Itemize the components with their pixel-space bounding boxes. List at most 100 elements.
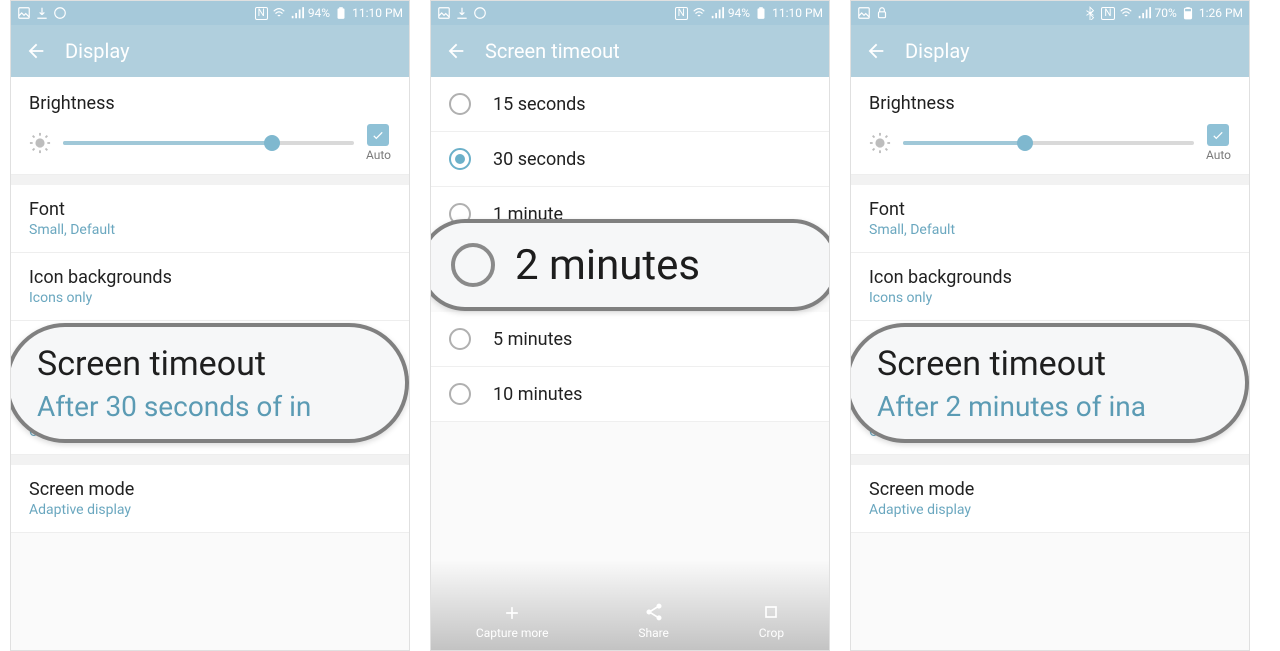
brightness-icon bbox=[869, 132, 891, 154]
status-bar: N 94% 11:10 PM bbox=[11, 1, 409, 25]
radio-icon bbox=[449, 93, 471, 115]
phone-right: N 70% 1:26 PM Display Brightness bbox=[850, 0, 1250, 651]
battery-icon bbox=[1181, 6, 1195, 20]
timeout-option-5m[interactable]: 5 minutes bbox=[431, 312, 829, 367]
option-label: 30 seconds bbox=[493, 149, 586, 170]
option-label: 10 minutes bbox=[493, 384, 582, 405]
screen-timeout-callout[interactable]: Screen timeout After 30 seconds of in bbox=[10, 323, 409, 443]
timeout-option-10m[interactable]: 10 minutes bbox=[431, 367, 829, 422]
back-icon[interactable] bbox=[445, 40, 467, 62]
font-title: Font bbox=[29, 199, 391, 220]
app-bar: Screen timeout bbox=[431, 25, 829, 77]
status-bar: N 94% 11:10 PM bbox=[431, 1, 829, 25]
screen-mode-item[interactable]: Screen mode Adaptive display bbox=[851, 465, 1249, 533]
wifi-icon bbox=[692, 6, 706, 20]
crop-label: Crop bbox=[759, 626, 784, 640]
back-icon[interactable] bbox=[865, 40, 887, 62]
page-title: Display bbox=[65, 39, 130, 63]
image-icon bbox=[857, 6, 871, 20]
iconbg-sub: Icons only bbox=[29, 290, 391, 306]
screenmode-sub: Adaptive display bbox=[29, 502, 391, 518]
capture-label: Capture more bbox=[476, 627, 549, 640]
page-title: Screen timeout bbox=[485, 39, 620, 63]
signal-icon bbox=[710, 6, 724, 20]
screenmode-title: Screen mode bbox=[869, 479, 1231, 500]
option-label: 15 seconds bbox=[493, 94, 586, 115]
auto-brightness-checkbox[interactable] bbox=[1207, 124, 1229, 146]
share-button[interactable]: Share bbox=[638, 602, 669, 640]
iconbg-title: Icon backgrounds bbox=[29, 267, 391, 288]
battery-pct: 70% bbox=[1155, 6, 1177, 20]
brightness-section: Brightness Auto bbox=[851, 77, 1249, 175]
app-icon bbox=[53, 6, 67, 20]
wifi-icon bbox=[1119, 6, 1133, 20]
battery-icon bbox=[754, 6, 768, 20]
font-title: Font bbox=[869, 199, 1231, 220]
phone-left: N 94% 11:10 PM Display Brightness bbox=[10, 0, 410, 651]
battery-pct: 94% bbox=[308, 6, 330, 20]
phone-middle: N 94% 11:10 PM Screen timeout 15 seconds… bbox=[430, 0, 830, 651]
bluetooth-icon bbox=[1083, 6, 1097, 20]
brightness-section: Brightness Auto bbox=[11, 77, 409, 175]
font-item[interactable]: Font Small, Default bbox=[851, 185, 1249, 253]
status-bar: N 70% 1:26 PM bbox=[851, 1, 1249, 25]
battery-pct: 94% bbox=[728, 6, 750, 20]
nfc-icon: N bbox=[255, 7, 268, 20]
font-item[interactable]: Font Small, Default bbox=[11, 185, 409, 253]
image-icon bbox=[17, 6, 31, 20]
callout-sub: After 30 seconds of in bbox=[37, 390, 377, 423]
clock: 1:26 PM bbox=[1199, 6, 1243, 20]
brightness-slider[interactable] bbox=[63, 141, 354, 145]
brightness-icon bbox=[29, 132, 51, 154]
screenmode-title: Screen mode bbox=[29, 479, 391, 500]
app-bar: Display bbox=[11, 25, 409, 77]
brightness-slider[interactable] bbox=[903, 141, 1194, 145]
back-icon[interactable] bbox=[25, 40, 47, 62]
two-minutes-callout[interactable]: 2 minutes bbox=[430, 219, 830, 311]
download-icon bbox=[35, 6, 49, 20]
clock: 11:10 PM bbox=[352, 6, 403, 20]
callout-sub: After 2 minutes of ina bbox=[877, 390, 1217, 423]
timeout-option-30s[interactable]: 30 seconds bbox=[431, 132, 829, 187]
share-label: Share bbox=[638, 626, 669, 640]
font-sub: Small, Default bbox=[29, 222, 391, 238]
auto-label: Auto bbox=[1206, 148, 1231, 162]
option-label: 5 minutes bbox=[493, 329, 572, 350]
brightness-label: Brightness bbox=[869, 93, 1231, 114]
download-icon bbox=[455, 6, 469, 20]
battery-icon bbox=[334, 6, 348, 20]
crop-button[interactable]: Crop bbox=[759, 602, 784, 640]
app-bar: Display bbox=[851, 25, 1249, 77]
signal-icon bbox=[290, 6, 304, 20]
icon-backgrounds-item[interactable]: Icon backgrounds Icons only bbox=[851, 253, 1249, 321]
radio-selected-icon bbox=[449, 148, 471, 170]
screen-mode-item[interactable]: Screen mode Adaptive display bbox=[11, 465, 409, 533]
screen-timeout-callout[interactable]: Screen timeout After 2 minutes of ina bbox=[850, 323, 1249, 443]
screenmode-sub: Adaptive display bbox=[869, 502, 1231, 518]
iconbg-title: Icon backgrounds bbox=[869, 267, 1231, 288]
callout-title: Screen timeout bbox=[37, 344, 266, 384]
font-sub: Small, Default bbox=[869, 222, 1231, 238]
iconbg-sub: Icons only bbox=[869, 290, 1231, 306]
signal-icon bbox=[1137, 6, 1151, 20]
icon-backgrounds-item[interactable]: Icon backgrounds Icons only bbox=[11, 253, 409, 321]
wifi-icon bbox=[272, 6, 286, 20]
app-icon bbox=[473, 6, 487, 20]
auto-label: Auto bbox=[366, 148, 391, 162]
capture-more-button[interactable]: Capture more bbox=[476, 603, 549, 640]
page-title: Display bbox=[905, 39, 970, 63]
radio-icon bbox=[449, 328, 471, 350]
image-icon bbox=[437, 6, 451, 20]
auto-brightness-checkbox[interactable] bbox=[367, 124, 389, 146]
callout-label: 2 minutes bbox=[515, 241, 700, 290]
nfc-icon: N bbox=[675, 7, 688, 20]
clock: 11:10 PM bbox=[772, 6, 823, 20]
callout-title: Screen timeout bbox=[877, 344, 1106, 384]
screenshot-toolbar: Capture more Share Crop bbox=[431, 560, 829, 650]
brightness-label: Brightness bbox=[29, 93, 391, 114]
nfc-icon: N bbox=[1101, 7, 1114, 20]
radio-icon bbox=[449, 383, 471, 405]
radio-icon bbox=[451, 243, 495, 287]
timeout-option-15s[interactable]: 15 seconds bbox=[431, 77, 829, 132]
lock-icon bbox=[875, 6, 889, 20]
